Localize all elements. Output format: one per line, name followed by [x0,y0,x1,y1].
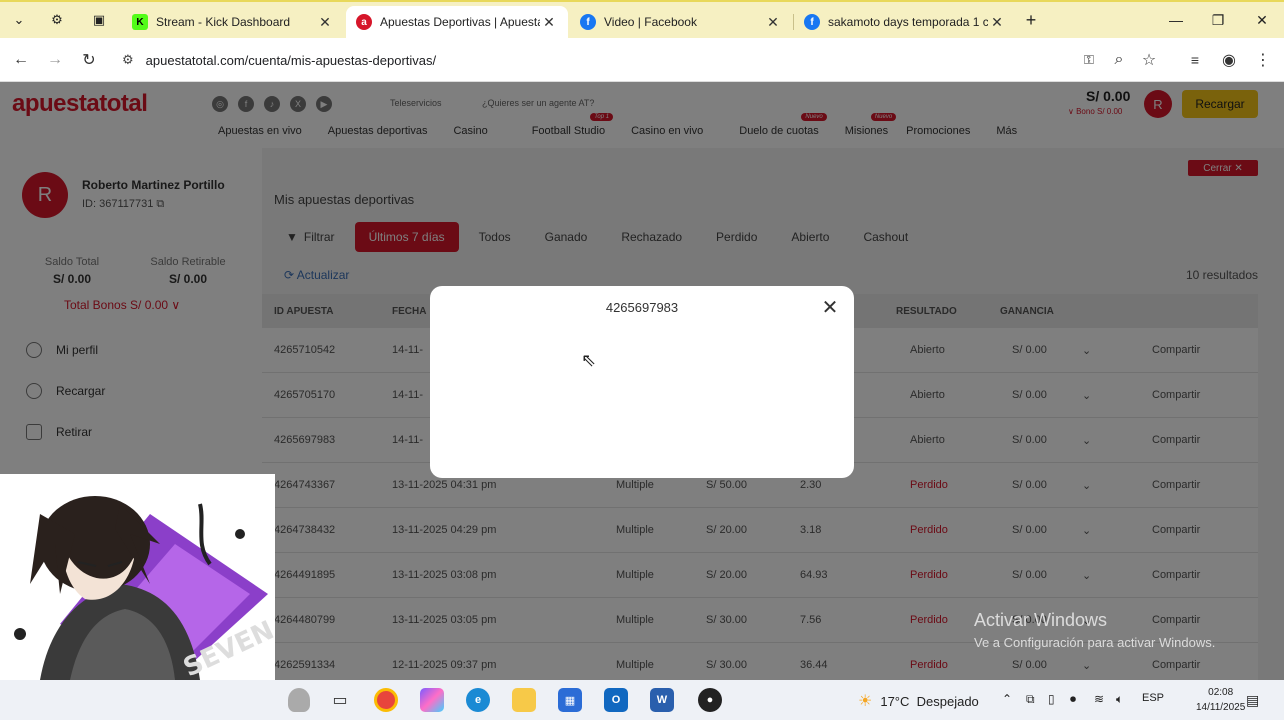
profile-icon[interactable]: ◉ [1216,47,1242,73]
facebook-favicon-icon: f [804,14,820,30]
watermark-subtitle: Ve a Configuración para activar Windows. [974,635,1216,650]
task-view-icon[interactable]: ▭ [328,688,352,712]
file-explorer-icon[interactable] [512,688,536,712]
browser-tab-strip: ⌄ ⚙ ▣ K Stream - Kick Dashboard ✕ a Apue… [0,0,1284,38]
tab-search-chevron-icon[interactable]: ⌄ [6,8,32,32]
menu-kebab-icon[interactable]: ⋮ [1250,47,1276,73]
facebook-favicon-icon: f [580,14,596,30]
zoom-icon[interactable]: ⌕ [1106,47,1132,73]
address-bar[interactable]: ⚙ apuestatotal.com/cuenta/mis-apuestas-d… [112,45,1162,75]
system-clock[interactable]: 02:08 14/11/2025 [1196,685,1245,715]
chrome-icon[interactable] [374,688,398,712]
kick-favicon-icon: K [132,14,148,30]
apuestatotal-favicon-icon: a [356,14,372,30]
bet-detail-modal: 4265697983 ✕ [430,286,854,478]
back-arrow-icon[interactable]: ← [8,47,34,73]
restore-icon[interactable]: ❐ [1198,8,1238,32]
weather-condition: Despejado [916,693,979,709]
browser-toolbar: ← → ↻ ⚙ apuestatotal.com/cuenta/mis-apue… [0,38,1284,82]
weather-widget[interactable]: ☀ 17°C Despejado [858,691,979,711]
temperature: 17°C [880,693,910,709]
tray-volume-icon[interactable]: 🔈︎ [1116,692,1123,707]
tray-device-icon[interactable]: ⧉ [1026,692,1035,707]
clock-time: 02:08 [1208,687,1234,698]
tab-close-icon[interactable]: ✕ [540,14,558,31]
tray-mic-icon[interactable]: ⏺ [1070,692,1076,707]
url-text: apuestatotal.com/cuenta/mis-apuestas-dep… [145,52,437,68]
notifications-icon[interactable]: ▤ [1246,692,1259,709]
tab-close-icon[interactable]: ✕ [764,14,782,31]
minimize-icon[interactable]: — [1156,8,1196,32]
tab-title: Apuestas Deportivas | Apuesta [380,15,540,29]
media-queue-icon[interactable]: ≡ [1182,47,1208,73]
tab-facebook-sakamoto[interactable]: f sakamoto days temporada 1 ca ✕ [794,6,1016,38]
password-key-icon[interactable]: ⚿ [1076,47,1102,73]
tab-apuesta-total[interactable]: a Apuestas Deportivas | Apuesta ✕ [346,6,568,38]
windows-taskbar: ▭ e ▦ O W ● ☀ 17°C Despejado ⌃ ⧉ ▯ ⏺ ≋ 🔈… [0,680,1284,720]
copilot-icon[interactable] [420,688,444,712]
outlook-icon[interactable]: O [604,688,628,712]
tab-facebook-video[interactable]: f Video | Facebook ✕ [570,6,792,38]
tab-close-icon[interactable]: ✕ [988,14,1006,31]
pinned-tab-app[interactable]: ▣ [86,8,112,32]
tray-battery-icon[interactable]: ▯ [1048,692,1055,706]
modal-title: 4265697983 [605,300,679,315]
windows-activation-watermark: Activar Windows Ve a Configuración para … [974,610,1215,650]
tab-title: Stream - Kick Dashboard [156,15,291,29]
pinned-tab-settings[interactable]: ⚙ [44,8,70,32]
tray-wifi-icon[interactable]: ≋ [1094,692,1104,706]
obs-icon[interactable]: ● [698,688,722,712]
store-icon[interactable]: ▦ [558,688,582,712]
tray-language[interactable]: ESP [1142,692,1164,704]
tray-chevron-icon[interactable]: ⌃ [1002,692,1012,706]
tab-title: Video | Facebook [604,15,697,29]
tab-kick-dashboard[interactable]: K Stream - Kick Dashboard ✕ [122,6,344,38]
word-icon[interactable]: W [650,688,674,712]
clock-date: 14/11/2025 [1196,702,1246,713]
tab-title: sakamoto days temporada 1 ca [828,15,988,29]
stream-overlay-art: SEVEN [0,474,275,680]
site-info-icon[interactable]: ⚙ [122,52,134,68]
watermark-title: Activar Windows [974,610,1108,630]
close-window-icon[interactable]: ✕ [1242,8,1282,32]
tab-close-icon[interactable]: ✕ [316,14,334,31]
bookmark-star-icon[interactable]: ☆ [1136,47,1162,73]
weather-sun-icon: ☀ [858,693,873,710]
edge-icon[interactable]: e [466,688,490,712]
mouse-cursor-icon: ⇖ [581,350,597,370]
reload-icon[interactable]: ↻ [76,47,102,73]
close-icon[interactable]: ✕ [820,298,840,318]
new-tab-button[interactable]: + [1018,8,1044,32]
anime-character-illustration: SEVEN [14,496,275,680]
taskbar-widget-icon[interactable] [288,688,310,712]
forward-arrow-icon[interactable]: → [42,47,68,73]
